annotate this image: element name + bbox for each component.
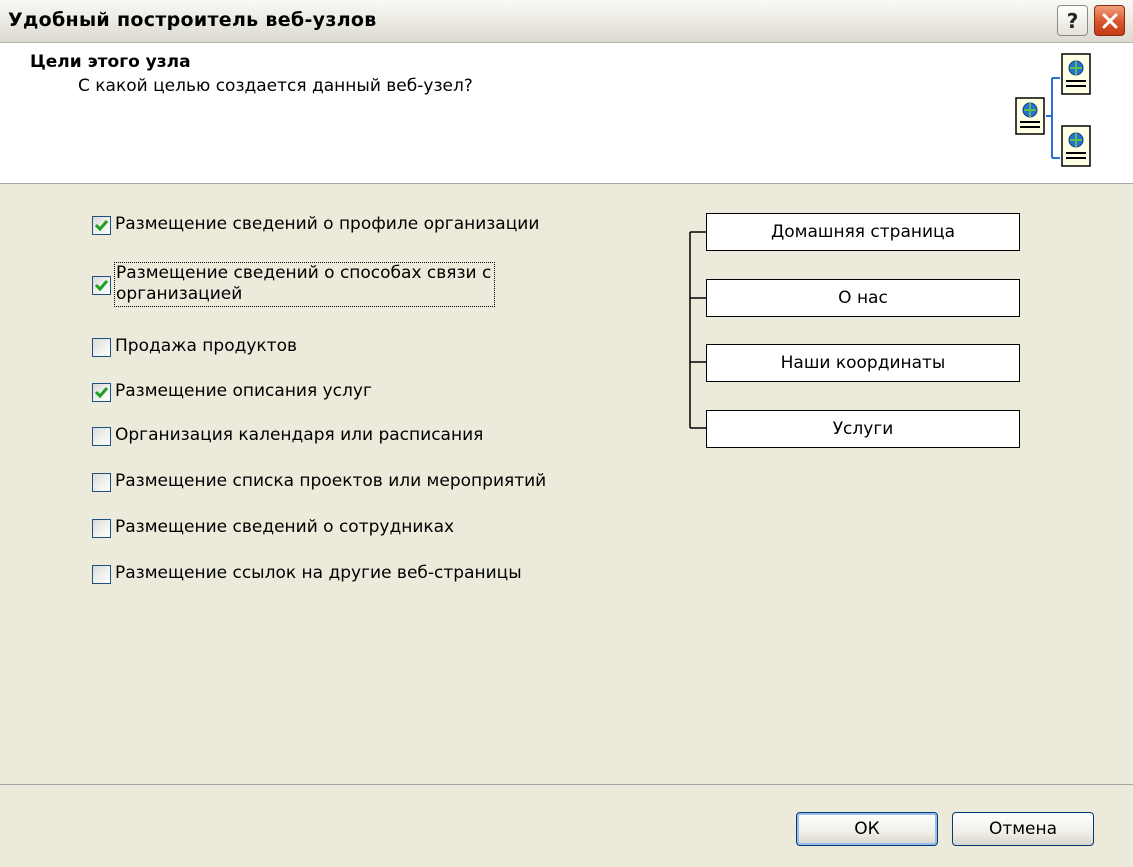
option-sales[interactable]: Продажа продуктов — [92, 336, 297, 357]
checkbox[interactable] — [92, 427, 111, 446]
help-icon: ? — [1066, 8, 1079, 33]
cancel-button[interactable]: Отмена — [952, 812, 1094, 846]
option-label: Размещение сведений о профиле организаци… — [115, 214, 540, 234]
option-calendar[interactable]: Организация календаря или расписания — [92, 425, 483, 446]
option-links[interactable]: Размещение ссылок на другие веб-страницы — [92, 563, 522, 584]
page-title: Цели этого узла — [30, 52, 191, 72]
help-button[interactable]: ? — [1057, 5, 1088, 36]
option-label: Размещение сведений о способах связи с о… — [114, 262, 496, 307]
page-subtitle: С какой целью создается данный веб-узел? — [78, 76, 473, 96]
option-contacts[interactable]: Размещение сведений о способах связи с о… — [92, 262, 496, 307]
site-page-about: О нас — [706, 279, 1020, 317]
option-services[interactable]: Размещение описания услуг — [92, 381, 372, 402]
checkbox[interactable] — [92, 383, 111, 402]
option-label: Продажа продуктов — [115, 336, 297, 356]
site-page-contacts: Наши координаты — [706, 344, 1020, 382]
site-page-services: Услуги — [706, 410, 1020, 448]
option-label: Размещение сведений о сотрудниках — [115, 517, 455, 537]
title-bar[interactable]: Удобный построитель веб-узлов ? — [0, 0, 1133, 43]
close-icon — [1102, 13, 1117, 28]
option-profile[interactable]: Размещение сведений о профиле организаци… — [92, 214, 539, 235]
close-button[interactable] — [1094, 5, 1125, 36]
option-staff[interactable]: Размещение сведений о сотрудниках — [92, 517, 454, 538]
option-label: Размещение списка проектов или мероприят… — [115, 471, 547, 491]
check-mark-icon — [94, 220, 109, 232]
checkbox[interactable] — [92, 216, 111, 235]
site-structure-icon — [1015, 53, 1091, 167]
option-label: Размещение ссылок на другие веб-страницы — [115, 563, 522, 583]
site-page-home: Домашняя страница — [706, 213, 1020, 251]
window-title: Удобный построитель веб-узлов — [8, 9, 377, 31]
ok-button[interactable]: ОК — [796, 812, 938, 846]
check-mark-icon — [94, 280, 109, 292]
option-projects[interactable]: Размещение списка проектов или мероприят… — [92, 471, 546, 492]
checkbox[interactable] — [92, 565, 111, 584]
option-label-line1: Размещение сведений о способах связи с — [116, 263, 492, 283]
option-label: Организация календаря или расписания — [115, 425, 484, 445]
check-mark-icon — [94, 387, 109, 399]
checkbox[interactable] — [92, 473, 111, 492]
option-label: Размещение описания услуг — [115, 381, 372, 401]
checkbox[interactable] — [92, 519, 111, 538]
checkbox[interactable] — [92, 338, 111, 357]
checkbox[interactable] — [92, 276, 111, 295]
site-tree-connector — [689, 231, 706, 429]
option-label-line2: организацией — [116, 284, 243, 304]
